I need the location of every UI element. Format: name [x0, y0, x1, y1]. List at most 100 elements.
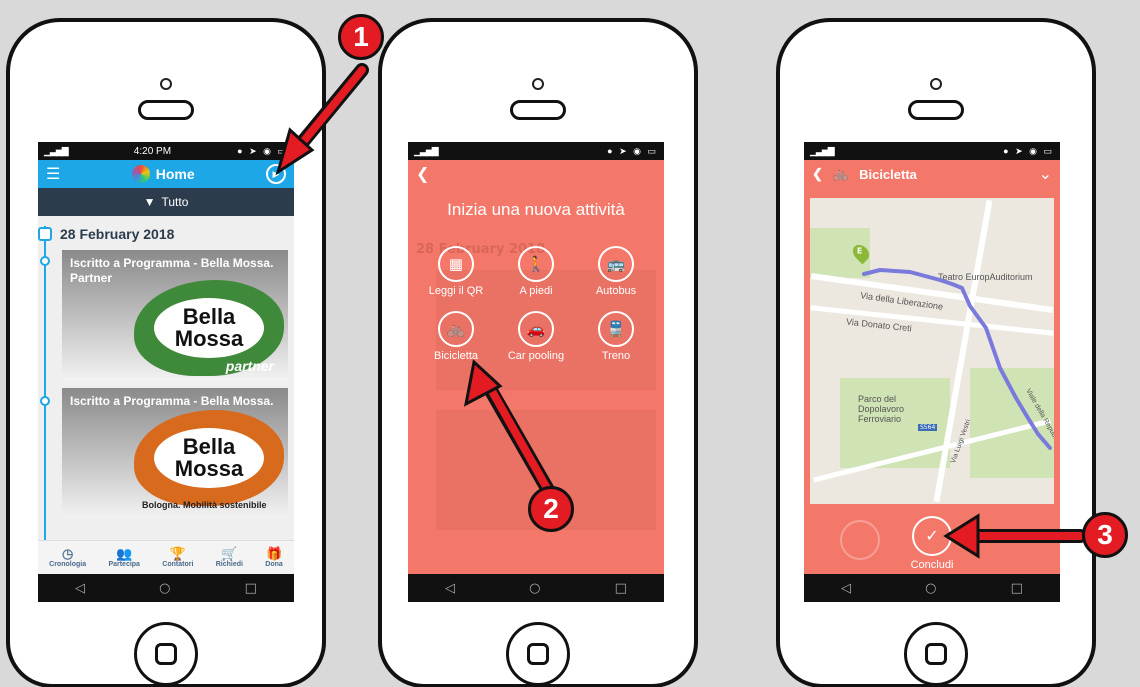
timeline-feed: 28 February 2018 Iscritto a Programma - … — [38, 216, 294, 544]
signal-icon: ▁▃▅▇ — [44, 145, 69, 156]
back-arrow-icon[interactable]: ❮ — [416, 164, 429, 183]
filter-label: Tutto — [161, 195, 189, 209]
status-icons: ● ➤ ◉ ▭ — [607, 145, 658, 156]
bike-icon: 🚲 — [832, 166, 850, 181]
signal-icon: ▁▃▅▇ — [414, 145, 439, 156]
activity-options: ▦ Leggi il QR 🚶 A piedi 🚌 Autobus 🚲 Biciclet… — [416, 246, 656, 362]
card-tagline: Bologna. Mobilità sostenibile — [142, 500, 267, 510]
bottom-tab-bar: ◷ Cronologia 👥 Partecipa 🏆 Contatori 🛒 Richi… — [38, 540, 294, 574]
signal-icon: ▁▃▅▇ — [810, 145, 835, 156]
back-nav-icon[interactable]: ◁ — [445, 581, 455, 596]
route-map[interactable]: Teatro EuropAuditorium Via della Liberaz… — [810, 198, 1054, 504]
home-nav-icon[interactable]: ○ — [925, 581, 936, 596]
recents-nav-icon[interactable]: □ — [245, 581, 257, 596]
phone-frame-3: ▁▃▅▇ ● ➤ ◉ ▭ ❮ 🚲 Bicicletta ⌄ Teatro Eur… — [776, 18, 1096, 687]
back-nav-icon[interactable]: ◁ — [841, 581, 851, 596]
tab-label: Partecipa — [108, 561, 140, 568]
date-label: 28 February 2018 — [60, 226, 175, 242]
callout-badge-3: 3 — [1082, 512, 1128, 558]
speaker — [908, 100, 964, 120]
android-nav-bar: ◁ ○ □ — [804, 574, 1060, 602]
android-nav-bar: ◁ ○ □ — [408, 574, 664, 602]
bella-mossa-logo: Bella Mossa — [134, 410, 284, 506]
tab-dona[interactable]: 🎁 Dona — [265, 546, 283, 569]
app-bar: ❮ 🚲 Bicicletta ⌄ — [804, 160, 1060, 188]
filter-bar[interactable]: ▼ Tutto — [38, 188, 294, 216]
app-bar: ☰ Home ▶ — [38, 160, 294, 188]
status-bar: ▁▃▅▇ ● ➤ ◉ ▭ — [408, 142, 664, 160]
walk-icon: 🚶 — [518, 246, 554, 282]
option-label: Leggi il QR — [428, 285, 484, 297]
recents-nav-icon[interactable]: □ — [615, 581, 627, 596]
card-text: Iscritto a Programma - Bella Mossa. Part… — [70, 256, 274, 285]
status-bar: ▁▃▅▇ ● ➤ ◉ ▭ — [804, 142, 1060, 160]
timeline-line — [44, 226, 46, 544]
home-nav-icon[interactable]: ○ — [159, 581, 170, 596]
train-icon: 🚆 — [598, 311, 634, 347]
option-bike[interactable]: 🚲 Bicicletta — [416, 311, 496, 362]
option-label: Autobus — [595, 285, 637, 297]
gift-icon: 🎁 — [265, 546, 283, 561]
home-button[interactable] — [134, 622, 198, 686]
speaker — [510, 100, 566, 120]
tab-contatori[interactable]: 🏆 Contatori — [162, 547, 194, 569]
tab-richiedi[interactable]: 🛒 Richiedi — [216, 547, 243, 569]
status-time: 4:20 PM — [133, 145, 172, 157]
bike-icon: 🚲 — [438, 311, 474, 347]
option-qr[interactable]: ▦ Leggi il QR — [416, 246, 496, 297]
chevron-down-icon[interactable]: ⌄ — [1039, 164, 1052, 184]
option-label: A piedi — [519, 285, 553, 297]
status-icons: ● ➤ ◉ ▭ — [1003, 145, 1054, 156]
bike-tracking-screen: ▁▃▅▇ ● ➤ ◉ ▭ ❮ 🚲 Bicicletta ⌄ Teatro Eur… — [804, 142, 1060, 602]
tab-cronologia[interactable]: ◷ Cronologia — [49, 547, 87, 569]
timeline-dot — [40, 256, 50, 266]
page-title: Home — [131, 165, 195, 183]
tab-label: Contatori — [162, 561, 194, 568]
calendar-icon — [38, 227, 52, 241]
status-bar: ▁▃▅▇ 4:20 PM ● ➤ ◉ ▭ — [38, 142, 294, 160]
phone-frame-2: ▁▃▅▇ ● ➤ ◉ ▭ 28 February 2018 ❮ Inizia u… — [378, 18, 698, 687]
conclude-button[interactable]: ✓ Concludi — [804, 516, 1060, 571]
option-bus[interactable]: 🚌 Autobus — [576, 246, 656, 297]
logo-text: Bella Mossa — [154, 428, 264, 488]
car-icon: 🚗 — [518, 311, 554, 347]
home-nav-icon[interactable]: ○ — [529, 581, 540, 596]
camera — [930, 78, 942, 90]
tab-partecipa[interactable]: 👥 Partecipa — [108, 547, 140, 569]
option-label: Treno — [601, 350, 631, 362]
phone-frame-1: ▁▃▅▇ 4:20 PM ● ➤ ◉ ▭ ☰ Home ▶ ▼ Tutto 28… — [6, 18, 326, 687]
bus-icon: 🚌 — [598, 246, 634, 282]
page-title: Bicicletta — [859, 166, 917, 182]
timeline-dot — [40, 396, 50, 406]
route-path — [862, 268, 1052, 450]
app-logo-icon — [131, 165, 150, 183]
filter-icon: ▼ — [143, 195, 156, 209]
home-button[interactable] — [506, 622, 570, 686]
start-activity-icon[interactable]: ▶ — [266, 164, 286, 184]
tab-label: Dona — [265, 561, 283, 568]
menu-icon[interactable]: ☰ — [46, 164, 60, 184]
back-nav-icon[interactable]: ◁ — [75, 581, 85, 596]
back-arrow-icon[interactable]: ❮ — [812, 166, 823, 182]
partner-badge: partner — [225, 358, 274, 374]
appbar-left: ❮ 🚲 Bicicletta — [812, 166, 917, 182]
camera — [160, 78, 172, 90]
option-carpool[interactable]: 🚗 Car pooling — [496, 311, 576, 362]
card-text: Iscritto a Programma - Bella Mossa. — [70, 394, 274, 408]
timeline-card[interactable]: Iscritto a Programma - Bella Mossa. Part… — [62, 250, 288, 380]
activity-heading: Inizia una nuova attività — [447, 200, 625, 219]
home-screen: ▁▃▅▇ 4:20 PM ● ➤ ◉ ▭ ☰ Home ▶ ▼ Tutto 28… — [38, 142, 294, 602]
option-label: Bicicletta — [433, 350, 479, 362]
recents-nav-icon[interactable]: □ — [1011, 581, 1023, 596]
conclude-label: Concludi — [910, 559, 954, 571]
option-walk[interactable]: 🚶 A piedi — [496, 246, 576, 297]
qr-icon: ▦ — [438, 246, 474, 282]
timeline-card[interactable]: Iscritto a Programma - Bella Mossa. Bell… — [62, 388, 288, 518]
option-train[interactable]: 🚆 Treno — [576, 311, 656, 362]
camera — [532, 78, 544, 90]
check-icon: ✓ — [912, 516, 952, 556]
tab-label: Cronologia — [49, 561, 87, 568]
home-button[interactable] — [904, 622, 968, 686]
pin-label: E — [856, 246, 863, 256]
android-nav-bar: ◁ ○ □ — [38, 574, 294, 602]
